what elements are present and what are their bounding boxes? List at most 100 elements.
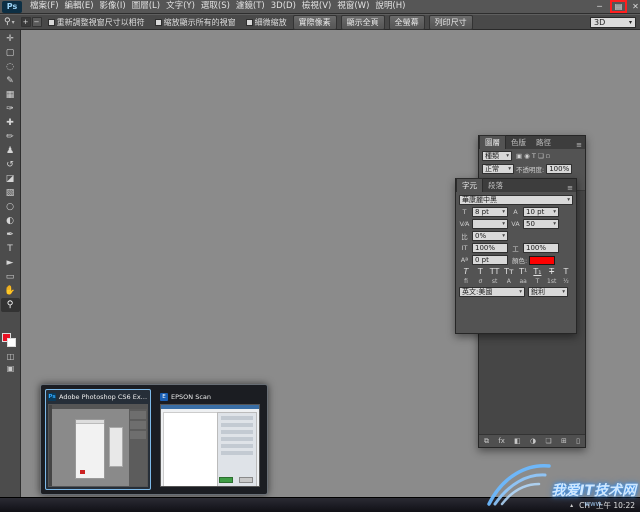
- text-style-button[interactable]: TT: [489, 267, 501, 276]
- text-style-button[interactable]: T: [546, 267, 558, 276]
- healing-brush-tool[interactable]: ✚: [1, 116, 20, 130]
- opentype-button[interactable]: aa: [517, 278, 529, 285]
- filter-icon[interactable]: ▣: [516, 152, 522, 160]
- zoom-preset-button[interactable]: 全螢幕: [389, 15, 425, 30]
- screen-mode-button[interactable]: ◫: [1, 350, 20, 362]
- opentype-button[interactable]: st: [489, 278, 501, 285]
- menu-item[interactable]: 視窗(W): [334, 0, 372, 13]
- clone-stamp-tool[interactable]: ♟: [1, 144, 20, 158]
- option-checkbox-group[interactable]: 縮放顯示所有的視窗: [155, 17, 236, 28]
- vertical-scale-field[interactable]: 100%: [472, 243, 508, 253]
- text-style-button[interactable]: T: [460, 267, 472, 276]
- menu-item[interactable]: 說明(H): [372, 0, 408, 13]
- pen-tool[interactable]: ✒: [1, 228, 20, 242]
- menu-item[interactable]: 影像(I): [97, 0, 129, 13]
- tracking-field[interactable]: 50 ▾: [523, 219, 559, 229]
- hand-tool[interactable]: ✋: [1, 284, 20, 298]
- brush-tool[interactable]: ✏: [1, 130, 20, 144]
- lasso-tool[interactable]: ◌: [1, 60, 20, 74]
- tsume-field[interactable]: 0% ▾: [472, 231, 508, 241]
- layers-action-icon[interactable]: ❏: [545, 437, 551, 445]
- preview-card-epson-scan[interactable]: E EPSON Scan: [157, 389, 263, 490]
- option-checkbox-group[interactable]: 重新調整視窗尺寸以相符: [48, 17, 145, 28]
- language-indicator[interactable]: CH: [579, 501, 590, 510]
- opentype-button[interactable]: 1st: [546, 278, 558, 285]
- type-tool[interactable]: T: [1, 242, 20, 256]
- font-family-dropdown[interactable]: 華康麗中黑 ▾: [459, 195, 573, 205]
- filter-icon[interactable]: ◉: [524, 152, 530, 160]
- photoshop-window-thumbnail[interactable]: [48, 404, 148, 487]
- layers-action-icon[interactable]: ⧉: [484, 437, 489, 446]
- gradient-tool[interactable]: ▧: [1, 186, 20, 200]
- move-tool[interactable]: ✛: [1, 32, 20, 46]
- leading-field[interactable]: 10 pt ▾: [523, 207, 559, 217]
- clock[interactable]: 上午 10:22: [596, 500, 635, 511]
- show-hidden-icons-button[interactable]: ▴: [570, 502, 573, 509]
- menu-item[interactable]: 選取(S): [198, 0, 233, 13]
- tool-preset-picker[interactable]: ⚲ ▾: [4, 17, 15, 27]
- layers-action-icon[interactable]: ◑: [530, 437, 536, 445]
- layers-action-icon[interactable]: ⊞: [561, 437, 567, 445]
- menu-item[interactable]: 3D(D): [268, 0, 299, 13]
- history-brush-tool[interactable]: ↺: [1, 158, 20, 172]
- minimize-button[interactable]: ─: [592, 0, 607, 13]
- text-style-button[interactable]: T₁: [531, 267, 543, 276]
- zoom-in-button[interactable]: +: [21, 17, 31, 27]
- shape-tool[interactable]: ▭: [1, 270, 20, 284]
- panel-menu-icon[interactable]: ≡: [564, 184, 576, 192]
- opentype-button[interactable]: T: [531, 278, 543, 285]
- highlighted-arrange-icon[interactable]: ▤: [615, 2, 623, 11]
- zoom-out-button[interactable]: −: [32, 17, 42, 27]
- preview-card-photoshop[interactable]: Ps Adobe Photoshop CS6 Exten...: [45, 389, 151, 490]
- text-style-button[interactable]: T¹: [517, 267, 529, 276]
- screen-mode-button[interactable]: ▣: [1, 362, 20, 374]
- language-dropdown[interactable]: 英文:美國 ▾: [459, 287, 525, 297]
- opentype-button[interactable]: fi: [460, 278, 472, 285]
- option-checkbox-group[interactable]: 細微縮放: [246, 17, 287, 28]
- checkbox[interactable]: [246, 19, 253, 26]
- blend-mode-dropdown[interactable]: 正常 ▾: [482, 164, 514, 174]
- menu-item[interactable]: 檔案(F): [27, 0, 62, 13]
- layer-filter-dropdown[interactable]: 種類 ▾: [482, 151, 512, 161]
- menu-item[interactable]: 濾鏡(T): [233, 0, 268, 13]
- background-color-swatch[interactable]: [7, 338, 16, 347]
- menu-item[interactable]: 檢視(V): [299, 0, 334, 13]
- text-style-button[interactable]: Tᴛ: [503, 267, 515, 276]
- menu-item[interactable]: 文字(Y): [163, 0, 198, 13]
- opentype-button[interactable]: ½: [560, 278, 572, 285]
- menu-item[interactable]: 圖層(L): [129, 0, 163, 13]
- opacity-field[interactable]: 100% ▾: [546, 164, 572, 174]
- zoom-tool[interactable]: ⚲: [1, 298, 20, 312]
- font-size-field[interactable]: 8 pt ▾: [472, 207, 508, 217]
- filter-icon[interactable]: T: [532, 152, 536, 160]
- tab-channels[interactable]: 色版: [506, 136, 531, 149]
- close-button[interactable]: ✕: [628, 0, 640, 13]
- tab-character[interactable]: 字元: [456, 178, 483, 192]
- crop-tool[interactable]: ▦: [1, 88, 20, 102]
- text-style-button[interactable]: T: [560, 267, 572, 276]
- opentype-button[interactable]: ơ: [474, 278, 486, 285]
- zoom-preset-button[interactable]: 實際像素: [293, 15, 337, 30]
- zoom-preset-button[interactable]: 顯示全頁: [341, 15, 385, 30]
- opentype-button[interactable]: A: [503, 278, 515, 285]
- layers-action-icon[interactable]: ▯: [576, 437, 580, 445]
- tab-paragraph[interactable]: 段落: [483, 179, 508, 192]
- quick-selection-tool[interactable]: ✎: [1, 74, 20, 88]
- baseline-shift-field[interactable]: 0 pt: [472, 255, 508, 265]
- blur-tool[interactable]: ○: [1, 200, 20, 214]
- marquee-tool[interactable]: ▢: [1, 46, 20, 60]
- checkbox[interactable]: [48, 19, 55, 26]
- epson-window-thumbnail[interactable]: [160, 404, 260, 487]
- eraser-tool[interactable]: ◪: [1, 172, 20, 186]
- eyedropper-tool[interactable]: ✑: [1, 102, 20, 116]
- dodge-tool[interactable]: ◐: [1, 214, 20, 228]
- path-selection-tool[interactable]: ►: [1, 256, 20, 270]
- horizontal-scale-field[interactable]: 100%: [523, 243, 559, 253]
- text-color-swatch[interactable]: [529, 256, 555, 265]
- workspace-switcher[interactable]: 3D ▾: [590, 17, 636, 28]
- filter-icon[interactable]: ▫: [546, 152, 550, 160]
- filter-icon[interactable]: ❏: [538, 152, 544, 160]
- menu-item[interactable]: 編輯(E): [62, 0, 97, 13]
- layers-action-icon[interactable]: ◧: [514, 437, 521, 445]
- kerning-field[interactable]: ▾: [472, 219, 508, 229]
